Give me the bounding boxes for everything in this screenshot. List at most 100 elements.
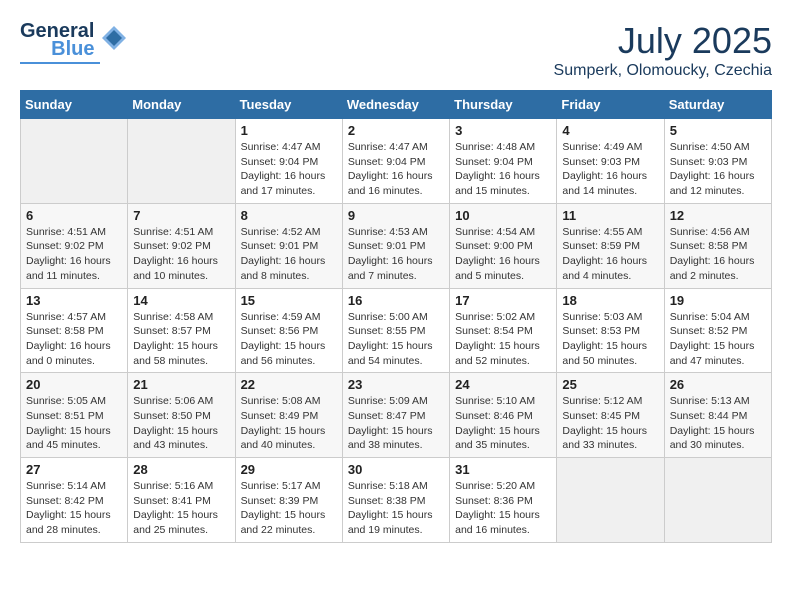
- day-info: Sunrise: 5:08 AM Sunset: 8:49 PM Dayligh…: [241, 394, 337, 453]
- day-number: 29: [241, 462, 337, 477]
- day-number: 28: [133, 462, 229, 477]
- calendar-cell: [664, 458, 771, 543]
- calendar-cell: 7Sunrise: 4:51 AM Sunset: 9:02 PM Daylig…: [128, 203, 235, 288]
- day-number: 31: [455, 462, 551, 477]
- calendar-cell: 27 Sunrise: 5:14 AM Sunset: 8:42 PM Dayli…: [21, 458, 128, 543]
- day-number: 2: [348, 123, 444, 138]
- day-info: Sunrise: 5:12 AM Sunset: 8:45 PM Dayligh…: [562, 394, 658, 453]
- day-info: Sunrise: 4:54 AM Sunset: 9:00 PM Dayligh…: [455, 225, 551, 284]
- day-info: Sunrise: 4:56 AM Sunset: 8:58 PM Dayligh…: [670, 225, 766, 284]
- day-info: Sunrise: 5:06 AM Sunset: 8:50 PM Dayligh…: [133, 394, 229, 453]
- day-number: 8: [241, 208, 337, 223]
- weekday-header-friday: Friday: [557, 91, 664, 119]
- month-title: July 2025: [554, 20, 772, 62]
- day-number: 20: [26, 377, 122, 392]
- calendar-week-row: 1 Sunrise: 4:47 AM Sunset: 9:04 PM Daylig…: [21, 119, 772, 204]
- day-number: 10: [455, 208, 551, 223]
- calendar-cell: 20Sunrise: 5:05 AM Sunset: 8:51 PM Dayli…: [21, 373, 128, 458]
- calendar-week-row: 6 Sunrise: 4:51 AM Sunset: 9:02 PM Daylig…: [21, 203, 772, 288]
- calendar-cell: [128, 119, 235, 204]
- day-info: Sunrise: 5:03 AM Sunset: 8:53 PM Dayligh…: [562, 310, 658, 369]
- day-number: 17: [455, 293, 551, 308]
- day-info: Sunrise: 4:50 AM Sunset: 9:03 PM Dayligh…: [670, 140, 766, 199]
- day-info: Sunrise: 5:17 AM Sunset: 8:39 PM Dayligh…: [241, 479, 337, 538]
- calendar-cell: 5 Sunrise: 4:50 AM Sunset: 9:03 PM Daylig…: [664, 119, 771, 204]
- day-info: Sunrise: 4:55 AM Sunset: 8:59 PM Dayligh…: [562, 225, 658, 284]
- calendar-cell: 25Sunrise: 5:12 AM Sunset: 8:45 PM Dayli…: [557, 373, 664, 458]
- calendar-cell: 15Sunrise: 4:59 AM Sunset: 8:56 PM Dayli…: [235, 288, 342, 373]
- day-number: 12: [670, 208, 766, 223]
- logo-text-blue: Blue: [51, 38, 94, 60]
- calendar-cell: 21 Sunrise: 5:06 AM Sunset: 8:50 PM Dayli…: [128, 373, 235, 458]
- calendar-week-row: 20Sunrise: 5:05 AM Sunset: 8:51 PM Dayli…: [21, 373, 772, 458]
- day-info: Sunrise: 4:48 AM Sunset: 9:04 PM Dayligh…: [455, 140, 551, 199]
- day-number: 7: [133, 208, 229, 223]
- day-info: Sunrise: 4:51 AM Sunset: 9:02 PM Dayligh…: [26, 225, 122, 284]
- calendar-cell: 22Sunrise: 5:08 AM Sunset: 8:49 PM Dayli…: [235, 373, 342, 458]
- logo-icon: [100, 24, 128, 52]
- calendar-cell: 13 Sunrise: 4:57 AM Sunset: 8:58 PM Dayli…: [21, 288, 128, 373]
- day-number: 21: [133, 377, 229, 392]
- calendar-cell: 10 Sunrise: 4:54 AM Sunset: 9:00 PM Dayli…: [450, 203, 557, 288]
- logo-divider: [20, 62, 100, 64]
- calendar-cell: 19Sunrise: 5:04 AM Sunset: 8:52 PM Dayli…: [664, 288, 771, 373]
- calendar-cell: 17 Sunrise: 5:02 AM Sunset: 8:54 PM Dayli…: [450, 288, 557, 373]
- logo: General Blue: [20, 20, 128, 64]
- calendar-cell: 28 Sunrise: 5:16 AM Sunset: 8:41 PM Dayli…: [128, 458, 235, 543]
- calendar-cell: 3 Sunrise: 4:48 AM Sunset: 9:04 PM Daylig…: [450, 119, 557, 204]
- day-info: Sunrise: 5:02 AM Sunset: 8:54 PM Dayligh…: [455, 310, 551, 369]
- day-info: Sunrise: 4:47 AM Sunset: 9:04 PM Dayligh…: [348, 140, 444, 199]
- day-info: Sunrise: 4:53 AM Sunset: 9:01 PM Dayligh…: [348, 225, 444, 284]
- day-number: 9: [348, 208, 444, 223]
- weekday-header-thursday: Thursday: [450, 91, 557, 119]
- day-info: Sunrise: 4:52 AM Sunset: 9:01 PM Dayligh…: [241, 225, 337, 284]
- calendar-cell: 14 Sunrise: 4:58 AM Sunset: 8:57 PM Dayli…: [128, 288, 235, 373]
- weekday-header-saturday: Saturday: [664, 91, 771, 119]
- page-header: General Blue July 2025 Sumperk, Olomouck…: [20, 20, 772, 80]
- weekday-header-monday: Monday: [128, 91, 235, 119]
- day-number: 30: [348, 462, 444, 477]
- calendar-cell: 26Sunrise: 5:13 AM Sunset: 8:44 PM Dayli…: [664, 373, 771, 458]
- day-info: Sunrise: 4:47 AM Sunset: 9:04 PM Dayligh…: [241, 140, 337, 199]
- day-number: 11: [562, 208, 658, 223]
- calendar-cell: 23Sunrise: 5:09 AM Sunset: 8:47 PM Dayli…: [342, 373, 449, 458]
- day-info: Sunrise: 4:49 AM Sunset: 9:03 PM Dayligh…: [562, 140, 658, 199]
- day-number: 14: [133, 293, 229, 308]
- calendar-header-row: SundayMondayTuesdayWednesdayThursdayFrid…: [21, 91, 772, 119]
- calendar-cell: 12 Sunrise: 4:56 AM Sunset: 8:58 PM Dayli…: [664, 203, 771, 288]
- day-number: 3: [455, 123, 551, 138]
- calendar-cell: 30 Sunrise: 5:18 AM Sunset: 8:38 PM Dayli…: [342, 458, 449, 543]
- day-info: Sunrise: 5:10 AM Sunset: 8:46 PM Dayligh…: [455, 394, 551, 453]
- calendar-cell: 24 Sunrise: 5:10 AM Sunset: 8:46 PM Dayli…: [450, 373, 557, 458]
- day-number: 16: [348, 293, 444, 308]
- calendar-week-row: 27 Sunrise: 5:14 AM Sunset: 8:42 PM Dayli…: [21, 458, 772, 543]
- day-info: Sunrise: 5:13 AM Sunset: 8:44 PM Dayligh…: [670, 394, 766, 453]
- day-info: Sunrise: 4:58 AM Sunset: 8:57 PM Dayligh…: [133, 310, 229, 369]
- day-number: 1: [241, 123, 337, 138]
- day-info: Sunrise: 5:20 AM Sunset: 8:36 PM Dayligh…: [455, 479, 551, 538]
- day-info: Sunrise: 5:00 AM Sunset: 8:55 PM Dayligh…: [348, 310, 444, 369]
- day-info: Sunrise: 5:14 AM Sunset: 8:42 PM Dayligh…: [26, 479, 122, 538]
- day-number: 24: [455, 377, 551, 392]
- day-number: 19: [670, 293, 766, 308]
- day-number: 4: [562, 123, 658, 138]
- day-number: 13: [26, 293, 122, 308]
- calendar-cell: 8 Sunrise: 4:52 AM Sunset: 9:01 PM Daylig…: [235, 203, 342, 288]
- calendar-cell: [21, 119, 128, 204]
- calendar-cell: 31 Sunrise: 5:20 AM Sunset: 8:36 PM Dayli…: [450, 458, 557, 543]
- day-info: Sunrise: 4:57 AM Sunset: 8:58 PM Dayligh…: [26, 310, 122, 369]
- day-info: Sunrise: 5:16 AM Sunset: 8:41 PM Dayligh…: [133, 479, 229, 538]
- day-number: 27: [26, 462, 122, 477]
- calendar-cell: 18 Sunrise: 5:03 AM Sunset: 8:53 PM Dayli…: [557, 288, 664, 373]
- day-info: Sunrise: 5:18 AM Sunset: 8:38 PM Dayligh…: [348, 479, 444, 538]
- calendar-table: SundayMondayTuesdayWednesdayThursdayFrid…: [20, 90, 772, 543]
- calendar-week-row: 13 Sunrise: 4:57 AM Sunset: 8:58 PM Dayli…: [21, 288, 772, 373]
- calendar-cell: 9 Sunrise: 4:53 AM Sunset: 9:01 PM Daylig…: [342, 203, 449, 288]
- day-number: 23: [348, 377, 444, 392]
- calendar-cell: 1 Sunrise: 4:47 AM Sunset: 9:04 PM Daylig…: [235, 119, 342, 204]
- day-number: 18: [562, 293, 658, 308]
- day-number: 6: [26, 208, 122, 223]
- calendar-cell: 4 Sunrise: 4:49 AM Sunset: 9:03 PM Daylig…: [557, 119, 664, 204]
- calendar-cell: 2 Sunrise: 4:47 AM Sunset: 9:04 PM Daylig…: [342, 119, 449, 204]
- day-number: 5: [670, 123, 766, 138]
